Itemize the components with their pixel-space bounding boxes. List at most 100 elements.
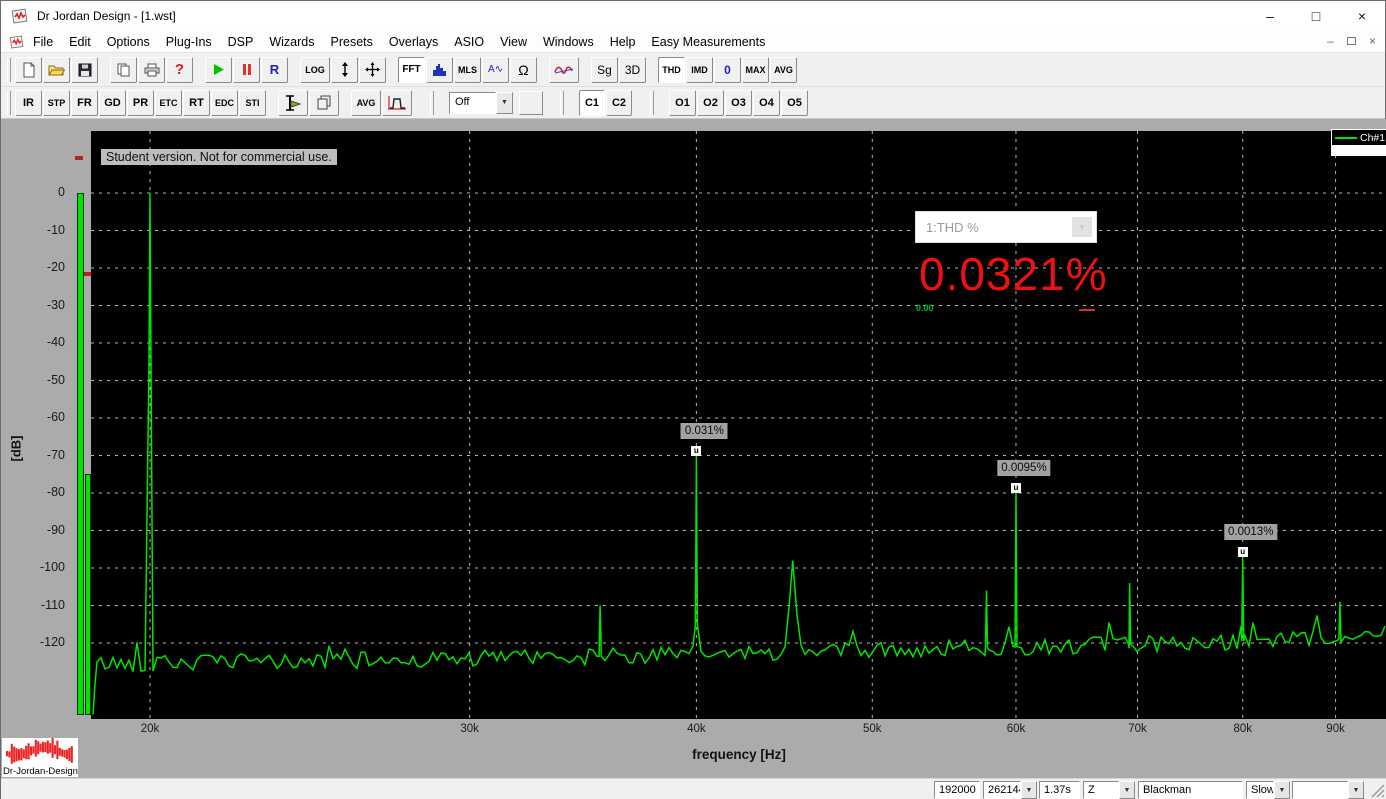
step-response-button[interactable]: STP <box>43 90 70 116</box>
channel-1-button[interactable]: C1 <box>579 90 605 116</box>
thd-button[interactable]: THD <box>658 57 685 83</box>
peak-marker[interactable]: u <box>1011 483 1021 493</box>
calibration-icon <box>285 95 302 111</box>
play-button[interactable] <box>205 57 232 83</box>
thd-readout-window[interactable]: 1:THD % ▾ <box>916 212 1096 242</box>
zero-button[interactable]: 0 <box>714 57 741 83</box>
speed-dropdown-arrow-icon[interactable]: ▼ <box>1274 781 1290 799</box>
mdi-close-button[interactable]: × <box>1364 33 1381 49</box>
resize-grip[interactable] <box>1371 784 1385 798</box>
minimize-button[interactable]: – <box>1247 1 1293 31</box>
y-tick--100: -100 <box>25 560 65 574</box>
group-delay-button[interactable]: GD <box>99 90 126 116</box>
blank-button[interactable] <box>519 91 543 115</box>
menu-item-overlays[interactable]: Overlays <box>381 33 446 51</box>
pause-button[interactable] <box>233 57 260 83</box>
menu-item-presets[interactable]: Presets <box>323 33 381 51</box>
menu-bar: FileEditOptionsPlug-InsDSPWizardsPresets… <box>1 31 1385 53</box>
log-scale-button[interactable]: LOG <box>300 57 330 83</box>
vertical-zoom-button[interactable] <box>331 57 358 83</box>
menu-item-help[interactable]: Help <box>602 33 644 51</box>
play-icon <box>213 63 225 76</box>
open-file-button[interactable] <box>43 57 70 83</box>
y-tick--110: -110 <box>25 598 65 612</box>
overlay-3-button[interactable]: O3 <box>725 90 752 116</box>
maximize-button[interactable]: □ <box>1293 1 1339 31</box>
toolbar-drag-handle[interactable] <box>7 58 11 82</box>
extra-combobox[interactable]: ▼ <box>1292 781 1364 799</box>
speed-combobox[interactable]: Slow ▼ <box>1246 781 1290 799</box>
fft-mode-button[interactable]: FFT <box>398 57 425 83</box>
open-folder-icon <box>48 63 65 77</box>
new-file-button[interactable] <box>15 57 42 83</box>
app-icon <box>11 8 29 24</box>
pan-move-button[interactable] <box>359 57 386 83</box>
thd-window-button[interactable]: ▾ <box>1072 217 1092 237</box>
fft-size-dropdown-arrow-icon[interactable]: ▼ <box>1021 781 1037 799</box>
menu-item-file[interactable]: File <box>25 33 61 51</box>
menu-item-options[interactable]: Options <box>99 33 158 51</box>
menu-item-view[interactable]: View <box>492 33 535 51</box>
print-button[interactable] <box>138 57 165 83</box>
extra-value <box>1292 781 1348 799</box>
channel-legend[interactable]: Ch#1 <box>1331 129 1386 146</box>
overlay-1-button[interactable]: O1 <box>669 90 696 116</box>
help-button[interactable]: ? <box>166 57 193 83</box>
avg-toolbar-button[interactable]: AVG <box>351 90 381 116</box>
peak-value-label: 0.0013% <box>1224 524 1277 540</box>
weighting-combobox[interactable]: Z ▼ <box>1083 781 1135 799</box>
trigger-dropdown-arrow-icon[interactable]: ▼ <box>496 92 513 114</box>
mdi-minimize-button[interactable]: – <box>1322 33 1339 49</box>
menu-item-asio[interactable]: ASIO <box>446 33 492 51</box>
signal-generator-button[interactable]: Sg <box>591 57 618 83</box>
close-button[interactable]: × <box>1339 1 1385 31</box>
channel-2-button[interactable]: C2 <box>606 90 632 116</box>
mls-mode-button[interactable]: MLS <box>454 57 481 83</box>
etc-button[interactable]: ETC <box>155 90 182 116</box>
impedance-button[interactable]: Ω <box>510 57 537 83</box>
overlay-5-button[interactable]: O5 <box>781 90 808 116</box>
imd-button[interactable]: IMD <box>686 57 713 83</box>
calibration-button[interactable] <box>278 90 308 116</box>
menu-item-windows[interactable]: Windows <box>535 33 602 51</box>
frequency-response-button[interactable]: FR <box>71 90 98 116</box>
cascade-windows-button[interactable] <box>309 90 339 116</box>
spectrum-plot[interactable] <box>91 131 1386 719</box>
window-function-field[interactable]: Blackman <box>1138 781 1243 799</box>
copy-button[interactable] <box>110 57 137 83</box>
fft-size-combobox[interactable]: 262144 ▼ <box>983 781 1037 799</box>
overlay-4-button[interactable]: O4 <box>753 90 780 116</box>
weighting-dropdown-arrow-icon[interactable]: ▼ <box>1119 781 1135 799</box>
thd-readout-value: 0.0321% <box>919 247 1108 301</box>
sti-button[interactable]: STI <box>239 90 266 116</box>
gate-window-button[interactable] <box>382 90 412 116</box>
signal-generator-sine-button[interactable]: A∿ <box>482 57 509 83</box>
record-button[interactable]: R <box>261 57 288 83</box>
rt-button[interactable]: RT <box>183 90 210 116</box>
menu-item-edit[interactable]: Edit <box>61 33 99 51</box>
measurement-toolbar-drag-handle[interactable] <box>7 91 11 115</box>
mdi-restore-button[interactable] <box>1343 33 1360 49</box>
wow-flutter-button[interactable] <box>549 57 579 83</box>
menu-item-dsp[interactable]: DSP <box>220 33 262 51</box>
peak-marker[interactable]: u <box>1238 547 1248 557</box>
menu-item-plug-ins[interactable]: Plug-Ins <box>158 33 220 51</box>
x-tick-50k: 50k <box>852 723 892 735</box>
phase-response-button[interactable]: PR <box>127 90 154 116</box>
duration-field[interactable]: 1.37s <box>1039 781 1080 799</box>
trigger-combobox[interactable]: Off ▼ <box>449 92 513 114</box>
average-button[interactable]: AVG <box>770 57 797 83</box>
edc-button[interactable]: EDC <box>211 90 238 116</box>
menu-item-wizards[interactable]: Wizards <box>261 33 322 51</box>
max-hold-button[interactable]: MAX <box>742 57 769 83</box>
3d-view-button[interactable]: 3D <box>619 57 646 83</box>
peak-marker[interactable]: u <box>691 446 701 456</box>
sample-rate-field[interactable]: 192000 <box>934 781 980 799</box>
impulse-response-button[interactable]: IR <box>15 90 42 116</box>
overlay-2-button[interactable]: O2 <box>697 90 724 116</box>
spectrum-bars-button[interactable] <box>426 57 453 83</box>
menu-item-easy-measurements[interactable]: Easy Measurements <box>643 33 773 51</box>
save-file-button[interactable] <box>71 57 98 83</box>
title-bar: Dr Jordan Design - [1.wst] – □ × <box>1 1 1385 31</box>
extra-dropdown-arrow-icon[interactable]: ▼ <box>1348 781 1364 799</box>
